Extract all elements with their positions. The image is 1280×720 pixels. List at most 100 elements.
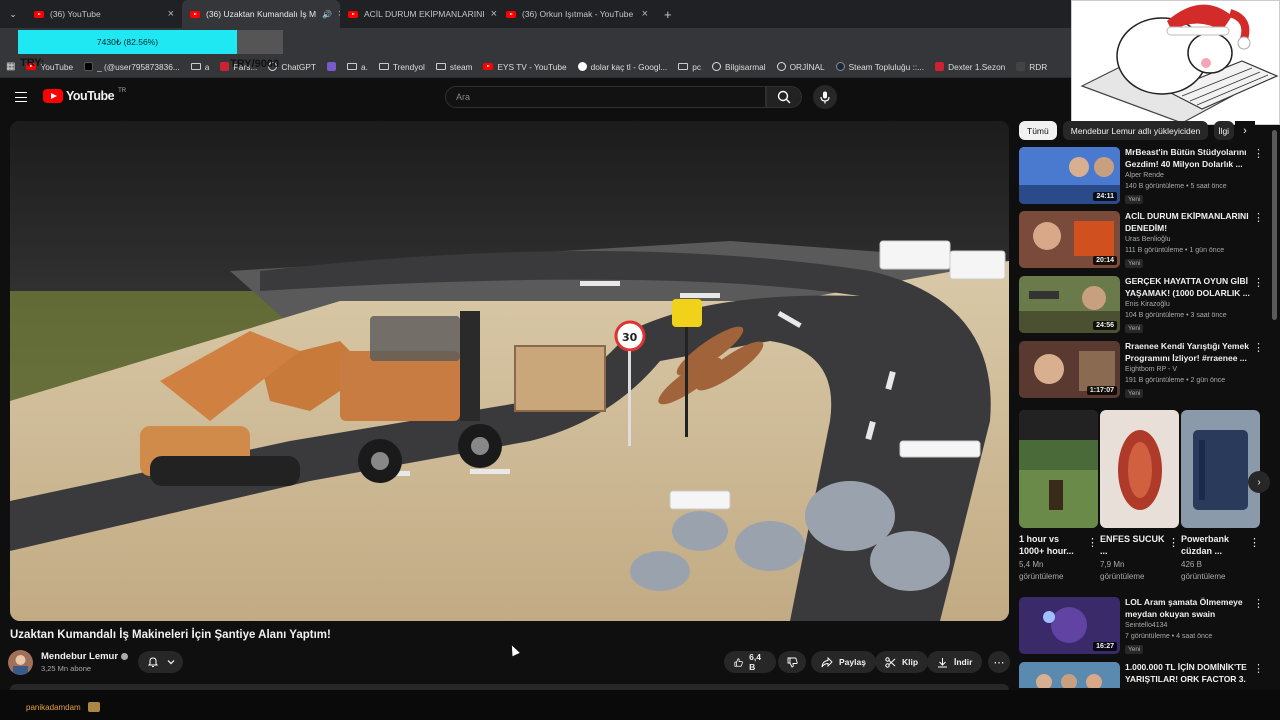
tab-acil-durum[interactable]: ACİL DURUM EKİPMANLARINI × [340, 0, 498, 28]
bookmark-label: a. [360, 61, 368, 72]
download-button[interactable]: İndir [927, 651, 983, 673]
channel-avatar[interactable] [8, 650, 33, 675]
more-options-icon[interactable]: ⋮ [1253, 662, 1264, 675]
chip-related[interactable]: İlgi [1214, 121, 1235, 140]
bookmark-orjinal[interactable]: ORJİNAL [776, 62, 825, 72]
more-actions-button[interactable]: ⋯ [988, 651, 1010, 673]
tab-current-video[interactable]: (36) Uzaktan Kumandalı İş M 🔊 × [182, 0, 340, 28]
recommendation-item[interactable]: 20:14 ACİL DURUM EKİPMANLARINI DENEDİM! … [1019, 211, 1269, 269]
recommendation-item[interactable]: 1:17:07 Rraenee Kendi Yarıştığı Yemek Pr… [1019, 341, 1269, 399]
like-button[interactable]: 6,4 B [724, 651, 776, 673]
recommendation-item[interactable]: 16:27 LOL Aram şamata Ölmemeye meydan ok… [1019, 597, 1269, 655]
more-options-icon[interactable]: ⋮ [1253, 211, 1264, 224]
bookmark-trendyol[interactable]: Trendyol [378, 62, 425, 72]
overlay-username: panikadamdam [26, 703, 81, 712]
video-thumbnail[interactable]: 24:11 [1019, 147, 1120, 204]
short-title[interactable]: Powerbank cüzdan ... [1181, 533, 1247, 557]
video-thumbnail[interactable]: 1:17:07 [1019, 341, 1120, 398]
video-title[interactable]: LOL Aram şamata Ölmemeye meydan okuyan s… [1125, 597, 1253, 620]
search-icon [777, 90, 791, 104]
bookmark-dexter[interactable]: Dexter 1.Sezon [935, 62, 1005, 72]
short-item[interactable]: ENFES SUCUK ... 7,9 Mn görüntüleme ⋮ [1100, 410, 1179, 583]
bookmark-steam[interactable]: steam [435, 62, 472, 72]
video-thumbnail[interactable]: 16:27 [1019, 597, 1120, 654]
recommendation-item[interactable]: 1.000.000 TL İÇİN DOMİNİK'TE YARIŞTILAR!… [1019, 662, 1269, 688]
video-title[interactable]: ACİL DURUM EKİPMANLARINI DENEDİM! [1125, 211, 1253, 234]
bookmark-google[interactable]: dolar kaç tl - Googl... [577, 61, 668, 72]
video-thumbnail[interactable]: 24:56 [1019, 276, 1120, 333]
more-options-icon[interactable]: ⋮ [1253, 147, 1264, 160]
shorts-next-button[interactable]: › [1248, 471, 1270, 493]
subscription-bell-button[interactable] [138, 651, 183, 673]
close-icon[interactable]: × [491, 8, 497, 20]
youtube-favicon-icon [506, 10, 516, 18]
feather-icon [326, 62, 336, 71]
bookmark-folder-a[interactable]: a [190, 62, 209, 72]
short-title[interactable]: 1 hour vs 1000+ hour... [1019, 533, 1085, 557]
speaker-icon[interactable]: 🔊 [322, 10, 332, 19]
new-tab-button[interactable]: + [656, 0, 680, 28]
video-thumbnail[interactable] [1019, 662, 1120, 688]
tab-orkun[interactable]: (36) Orkun Işıtmak - YouTube × [498, 0, 656, 28]
video-thumbnail[interactable]: 20:14 [1019, 211, 1120, 268]
video-title[interactable]: 1.000.000 TL İÇİN DOMİNİK'TE YARIŞTILAR!… [1125, 662, 1253, 685]
short-thumbnail[interactable] [1181, 410, 1260, 528]
channel-name[interactable]: Alper Rende [1125, 172, 1164, 179]
search-input[interactable]: Ara [445, 86, 766, 108]
channel-name[interactable]: Eightbom RP - V [1125, 366, 1177, 373]
new-badge: Yeni [1125, 324, 1144, 333]
bookmark-label: dolar kaç tl - Googl... [590, 61, 668, 72]
bookmark-bilgisarmal[interactable]: Bilgisarmal [711, 62, 766, 72]
short-item[interactable]: Powerbank cüzdan ... 426 B görüntüleme ⋮ [1181, 410, 1260, 583]
video-title[interactable]: GERÇEK HAYATTA OYUN GİBİ YAŞAMAK! (1000 … [1125, 276, 1253, 299]
search-button[interactable] [766, 86, 802, 108]
menu-icon[interactable] [15, 92, 27, 102]
short-thumbnail[interactable] [1019, 410, 1098, 528]
sidebar-scrollbar[interactable] [1272, 130, 1277, 320]
bookmark-folder-a2[interactable]: a. [346, 61, 368, 72]
close-icon[interactable]: × [168, 8, 174, 20]
video-duration: 1:17:07 [1086, 386, 1117, 395]
overlay-try-label: TRY: [20, 57, 45, 69]
tab-search-button[interactable]: ⌄ [0, 0, 26, 28]
chevron-right-icon: › [1243, 124, 1247, 137]
dislike-button[interactable] [778, 651, 806, 673]
bookmark-steam-community[interactable]: Steam Topluluğu ::... [835, 62, 924, 72]
channel-name[interactable]: Enis Kirazoğlu [1125, 301, 1170, 308]
recommendation-item[interactable]: 24:56 GERÇEK HAYATTA OYUN GİBİ YAŞAMAK! … [1019, 276, 1269, 334]
clip-button[interactable]: Klip [875, 651, 929, 673]
channel-name[interactable]: Mendebur Lemur [41, 651, 129, 662]
recommendation-item[interactable]: 24:11 MrBeast'in Bütün Stüdyolarını Gezd… [1019, 147, 1269, 205]
chip-all[interactable]: Tümü [1019, 121, 1057, 140]
video-title[interactable]: Rraenee Kendi Yarıştığı Yemek Programını… [1125, 341, 1253, 364]
channel-name[interactable]: Uras Benlioğlu [1125, 236, 1171, 243]
short-item[interactable]: 1 hour vs 1000+ hour... 5,4 Mn görüntüle… [1019, 410, 1098, 583]
voice-search-button[interactable] [813, 85, 837, 109]
share-label: Paylaş [839, 657, 866, 667]
bookmark-rdr[interactable]: RDR [1016, 62, 1047, 72]
bookmark-feather[interactable] [326, 62, 336, 71]
chip-from-uploader[interactable]: Mendebur Lemur adlı yükleyiciden [1062, 121, 1209, 140]
video-player[interactable]: 30 [10, 121, 1009, 621]
video-duration: 16:27 [1093, 642, 1117, 651]
more-options-icon[interactable]: ⋮ [1253, 276, 1264, 289]
more-options-icon[interactable]: ⋮ [1249, 536, 1260, 549]
apps-grid-icon[interactable]: ▦ [6, 61, 15, 72]
share-button[interactable]: Paylaş [811, 651, 876, 673]
channel-name[interactable]: Seintello4134 [1125, 622, 1167, 629]
download-progress-label: 7430₺ (82.56%) [96, 36, 159, 47]
short-thumbnail[interactable] [1100, 410, 1179, 528]
bookmark-eys-tv[interactable]: EYS TV - YouTube [483, 62, 567, 72]
more-options-icon[interactable]: ⋮ [1253, 341, 1264, 354]
chips-next-button[interactable]: › [1235, 121, 1255, 140]
close-icon[interactable]: × [642, 8, 648, 20]
youtube-logo[interactable]: YouTube TR [43, 88, 126, 103]
bookmark-tiktok[interactable]: _ (@user795873836... [84, 62, 180, 72]
video-title[interactable]: MrBeast'in Bütün Stüdyolarını Gezdim! 40… [1125, 147, 1253, 170]
more-options-icon[interactable]: ⋮ [1087, 536, 1098, 549]
more-options-icon[interactable]: ⋮ [1253, 597, 1264, 610]
short-title[interactable]: ENFES SUCUK ... [1100, 533, 1166, 557]
more-options-icon[interactable]: ⋮ [1168, 536, 1179, 549]
bookmark-pc[interactable]: pc [678, 62, 701, 72]
tab-youtube[interactable]: (36) YouTube × [26, 0, 182, 28]
